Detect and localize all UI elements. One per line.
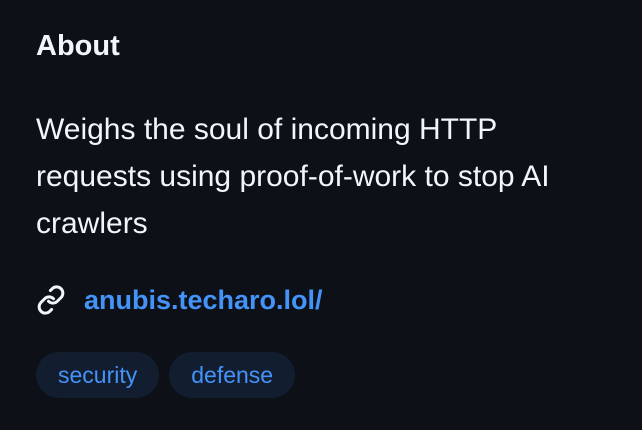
repo-description: Weighs the soul of incoming HTTP request…	[36, 113, 550, 240]
link-icon	[36, 285, 66, 315]
topic-defense[interactable]: defense	[169, 352, 296, 398]
website-link-row: anubis.techaro.lol/	[36, 280, 323, 320]
topic-list: security defense	[36, 352, 296, 398]
topic-security[interactable]: security	[36, 352, 160, 398]
about-heading: About	[36, 30, 120, 62]
about-panel: About Weighs the soul of incoming HTTP r…	[0, 0, 642, 430]
website-link[interactable]: anubis.techaro.lol/	[84, 280, 323, 320]
